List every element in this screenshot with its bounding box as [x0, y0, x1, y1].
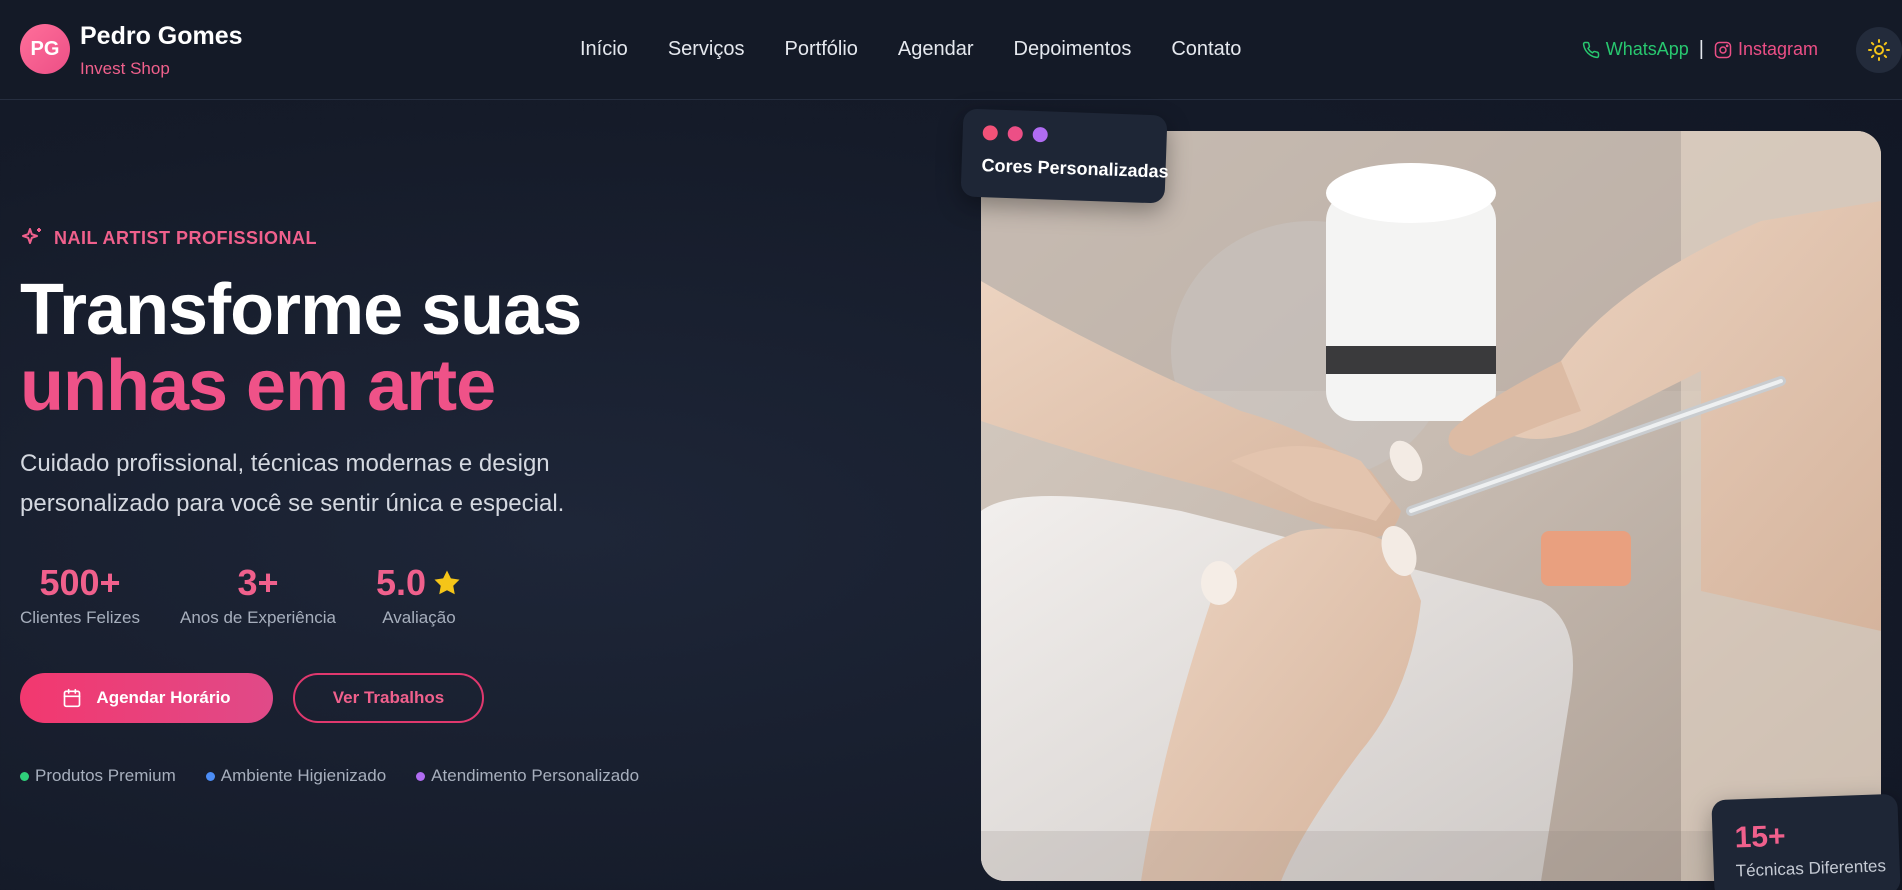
top-navbar: PG Pedro Gomes Invest Shop Início Serviç…	[0, 0, 1902, 100]
whatsapp-label: WhatsApp	[1605, 39, 1689, 59]
stat-clients: 500+ Clientes Felizes	[20, 562, 140, 628]
social-links: WhatsApp | Instagram	[1582, 38, 1818, 61]
nav-link-contato[interactable]: Contato	[1171, 38, 1241, 61]
techniques-value: 15+	[1734, 819, 1787, 855]
hero-title-line1: Transforme suas	[20, 270, 582, 350]
hero-stats: 500+ Clientes Felizes 3+ Anos de Experiê…	[20, 562, 502, 628]
feature-dot	[20, 771, 29, 781]
stat-value: 500+	[39, 562, 121, 603]
color-dots	[982, 125, 1048, 143]
hero-description: Cuidado profissional, técnicas modernas …	[20, 450, 565, 517]
manicure-illustration	[981, 131, 1881, 881]
theme-toggle-button[interactable]	[1856, 27, 1902, 73]
color-dot	[1007, 126, 1024, 142]
stat-value-rating: 5.0	[376, 562, 462, 604]
brand-subtitle: Invest Shop	[80, 59, 170, 78]
techniques-label: Técnicas Diferentes	[1735, 856, 1887, 881]
stat-label: Avaliação	[382, 608, 456, 627]
stat-rating: 5.0 Avaliação	[376, 562, 462, 628]
phone-icon	[1582, 41, 1599, 58]
whatsapp-link[interactable]: WhatsApp	[1582, 39, 1689, 60]
hero-eyebrow: NAIL ARTIST PROFISSIONAL	[20, 226, 317, 250]
color-dot	[982, 125, 999, 141]
social-separator: |	[1698, 38, 1704, 60]
hero-title-line2: unhas em arte	[20, 346, 496, 426]
feature-dot	[416, 771, 426, 781]
rating-value: 5.0	[375, 562, 426, 603]
feature-item: Atendimento Personalizado	[416, 766, 639, 786]
hero-title: Transforme suas unhas em arte	[20, 270, 582, 426]
nav-links: Início Serviços Portfólio Agendar Depoim…	[580, 38, 1281, 61]
instagram-label: Instagram	[1737, 39, 1818, 59]
instagram-icon	[1714, 41, 1732, 58]
nav-link-inicio[interactable]: Início	[580, 38, 628, 61]
book-appointment-label: Agendar Horário	[96, 688, 231, 707]
color-dot	[1032, 126, 1048, 143]
feature-label: Produtos Premium	[35, 766, 176, 785]
brand-name[interactable]: Pedro Gomes	[80, 22, 243, 51]
custom-colors-title: Cores Personalizadas	[981, 155, 1169, 182]
stat-experience: 3+ Anos de Experiência	[180, 562, 336, 628]
view-work-button[interactable]: Ver Trabalhos	[293, 673, 484, 723]
feature-item: Produtos Premium	[20, 766, 176, 786]
sun-icon	[1868, 39, 1890, 61]
techniques-card: 15+ Técnicas Diferentes	[1711, 793, 1901, 890]
book-appointment-button[interactable]: Agendar Horário	[20, 673, 273, 723]
star-icon	[434, 570, 460, 595]
nav-link-agendar[interactable]: Agendar	[898, 38, 974, 61]
custom-colors-card: Cores Personalizadas	[960, 108, 1169, 204]
calendar-icon	[64, 688, 81, 708]
nav-link-servicos[interactable]: Serviços	[668, 38, 745, 61]
eyebrow-text: NAIL ARTIST PROFISSIONAL	[54, 227, 318, 248]
stat-value: 3+	[237, 562, 279, 603]
nav-link-depoimentos[interactable]: Depoimentos	[1014, 38, 1132, 61]
stat-label: Clientes Felizes	[20, 608, 140, 627]
feature-dot	[205, 771, 215, 781]
instagram-link[interactable]: Instagram	[1714, 39, 1818, 60]
feature-label: Ambiente Higienizado	[220, 766, 387, 785]
logo-badge[interactable]: PG	[20, 24, 70, 74]
feature-item: Ambiente Higienizado	[205, 766, 387, 786]
feature-label: Atendimento Personalizado	[431, 766, 640, 785]
stat-label: Anos de Experiência	[180, 608, 336, 627]
hero-features: Produtos Premium Ambiente Higienizado At…	[20, 766, 669, 786]
sparkles-icon	[22, 228, 41, 244]
hero-photo	[981, 131, 1881, 881]
nav-link-portfolio[interactable]: Portfólio	[785, 38, 858, 61]
